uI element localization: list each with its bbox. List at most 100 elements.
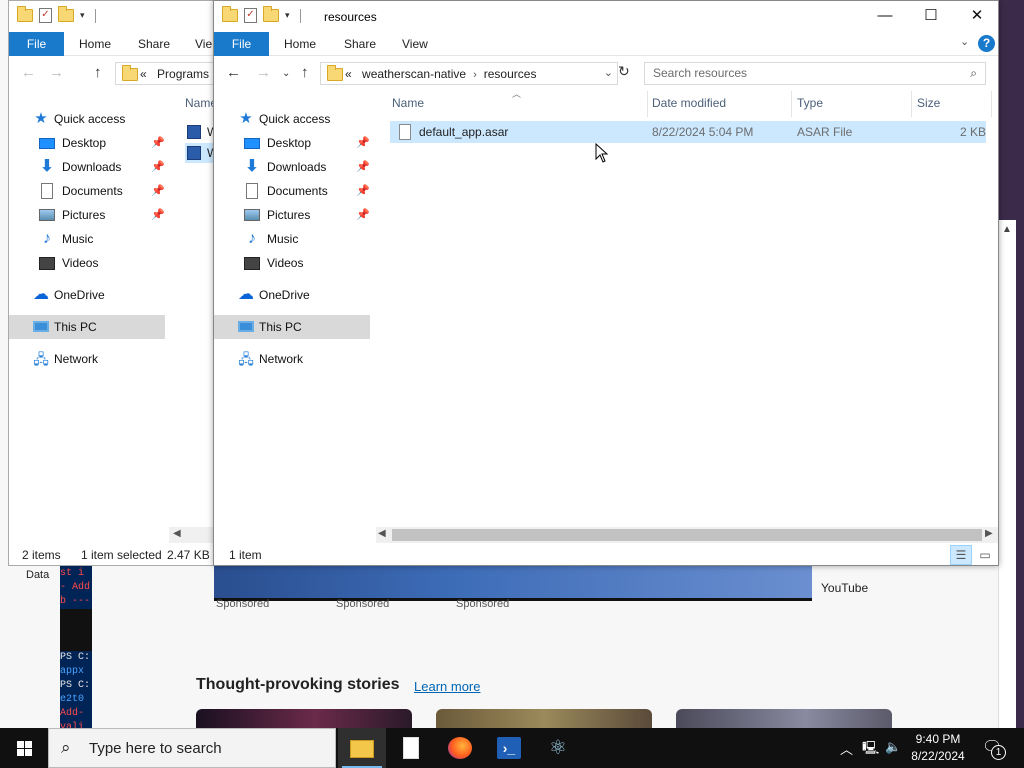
scroll-left-icon[interactable]: ◀ (173, 528, 181, 539)
breadcrumb-separator-icon[interactable]: › (473, 69, 477, 81)
column-header-date-modified[interactable]: Date modified (652, 96, 726, 110)
address-bar[interactable]: « Programs (115, 62, 217, 85)
taskbar-firefox[interactable] (436, 728, 484, 768)
nav-desktop[interactable]: Desktop 📌 (214, 131, 370, 155)
pin-icon[interactable]: 📌 (356, 155, 370, 179)
nav-music[interactable]: ♪ Music (214, 227, 370, 251)
new-folder-icon[interactable] (58, 6, 74, 22)
column-divider[interactable] (647, 91, 648, 117)
horizontal-scrollbar[interactable]: ◀ ▶ (376, 527, 998, 543)
column-divider[interactable] (991, 91, 992, 117)
new-folder-icon[interactable] (263, 6, 279, 22)
properties-icon[interactable]: ✓ (244, 8, 257, 23)
pin-icon[interactable]: 📌 (356, 179, 370, 203)
pin-icon[interactable]: 📌 (151, 155, 165, 179)
customize-toolbar-icon[interactable]: ▾ (285, 10, 290, 21)
address-dropdown-icon[interactable]: ⌄ (604, 66, 613, 79)
story-thumbnail[interactable] (436, 709, 652, 728)
tab-file[interactable]: File (9, 32, 64, 56)
help-icon[interactable]: ? (978, 35, 995, 52)
tab-share[interactable]: Share (344, 32, 376, 56)
column-header-name[interactable]: Name (392, 96, 424, 110)
recent-locations-icon[interactable]: ⌄ (282, 68, 290, 79)
forward-arrow-icon[interactable]: → (256, 64, 271, 81)
video-banner[interactable] (214, 566, 812, 601)
nav-videos[interactable]: Videos (214, 251, 370, 275)
nav-pictures[interactable]: Pictures 📌 (9, 203, 165, 227)
search-input[interactable] (653, 66, 953, 80)
forward-arrow-icon[interactable]: → (49, 64, 64, 81)
nav-network[interactable]: 🖧 Network (214, 347, 370, 371)
scrollbar-thumb[interactable] (392, 529, 982, 541)
taskbar-electron[interactable]: ⚛ (534, 728, 582, 768)
expand-ribbon-icon[interactable]: ⌄ (960, 35, 969, 48)
column-header-size[interactable]: Size (917, 96, 940, 110)
nav-quick-access[interactable]: ★ Quick access (9, 107, 165, 131)
customize-toolbar-icon[interactable]: ▾ (80, 10, 85, 21)
scroll-up-icon[interactable]: ▲ (1002, 224, 1012, 235)
taskbar-powershell[interactable]: ›_ (485, 728, 533, 768)
start-button[interactable] (0, 728, 48, 768)
nav-desktop[interactable]: Desktop 📌 (9, 131, 165, 155)
taskbar-notepad[interactable] (387, 728, 435, 768)
pin-icon[interactable]: 📌 (151, 131, 165, 155)
youtube-label[interactable]: YouTube (821, 581, 868, 595)
up-arrow-icon[interactable]: ↑ (301, 64, 309, 81)
breadcrumb-overflow[interactable]: « (140, 67, 147, 81)
nav-this-pc[interactable]: This PC (214, 315, 370, 339)
refresh-icon[interactable]: ↻ (618, 63, 630, 80)
tab-view[interactable]: Vie (195, 32, 212, 56)
nav-videos[interactable]: Videos (9, 251, 165, 275)
breadcrumb-weatherscan-native[interactable]: weatherscan-native (362, 67, 466, 81)
title-bar[interactable]: ✓ ▾ resources — ☐ ✕ (214, 1, 998, 32)
up-arrow-icon[interactable]: ↑ (94, 64, 102, 81)
taskbar-search-input[interactable] (89, 740, 319, 757)
back-arrow-icon[interactable]: ← (21, 64, 36, 81)
minimize-icon[interactable]: — (862, 1, 908, 32)
story-thumbnail[interactable] (676, 709, 892, 728)
taskbar-search[interactable]: ⌕ (48, 728, 336, 768)
properties-icon[interactable]: ✓ (39, 8, 52, 23)
nav-music[interactable]: ♪ Music (9, 227, 165, 251)
large-icons-view-icon[interactable]: ▭ (974, 545, 996, 565)
pin-icon[interactable]: 📌 (356, 203, 370, 227)
breadcrumb-programs[interactable]: Programs (157, 67, 209, 81)
column-divider[interactable] (911, 91, 912, 117)
network-status-icon[interactable]: 🖳 (862, 739, 879, 768)
taskbar-file-explorer[interactable] (338, 728, 386, 768)
search-icon[interactable]: ⌕ (970, 66, 977, 81)
tab-share[interactable]: Share (138, 32, 170, 56)
nav-onedrive[interactable]: ☁ OneDrive (214, 283, 370, 307)
search-box[interactable]: ⌕ (644, 62, 986, 85)
address-bar[interactable]: « weatherscan-native › resources ⌄ (320, 62, 618, 85)
learn-more-link[interactable]: Learn more (414, 679, 480, 694)
nav-pictures[interactable]: Pictures 📌 (214, 203, 370, 227)
nav-documents[interactable]: Documents 📌 (9, 179, 165, 203)
show-hidden-icons-icon[interactable]: ︿ (840, 739, 853, 768)
scroll-left-icon[interactable]: ◀ (378, 528, 386, 539)
nav-quick-access[interactable]: ★ Quick access (214, 107, 370, 131)
nav-network[interactable]: 🖧 Network (9, 347, 165, 371)
details-view-icon[interactable]: ☰ (950, 545, 972, 565)
pin-icon[interactable]: 📌 (151, 203, 165, 227)
column-divider[interactable] (791, 91, 792, 117)
volume-muted-icon[interactable]: 🔈 (885, 739, 901, 768)
tab-home[interactable]: Home (284, 32, 316, 56)
breadcrumb-resources[interactable]: resources (484, 67, 537, 81)
nav-downloads[interactable]: ⬇ Downloads 📌 (214, 155, 370, 179)
back-arrow-icon[interactable]: ← (226, 64, 241, 81)
horizontal-scrollbar[interactable]: ◀ (169, 527, 217, 543)
tab-home[interactable]: Home (79, 32, 111, 56)
file-row-selected[interactable]: default_app.asar 8/22/2024 5:04 PM ASAR … (390, 121, 986, 143)
scroll-right-icon[interactable]: ▶ (985, 528, 993, 539)
story-thumbnail[interactable] (196, 709, 412, 728)
pin-icon[interactable]: 📌 (356, 131, 370, 155)
title-bar[interactable]: ✓ ▾ (9, 1, 217, 32)
tab-view[interactable]: View (402, 32, 428, 56)
tab-file[interactable]: File (214, 32, 269, 56)
nav-documents[interactable]: Documents 📌 (214, 179, 370, 203)
pin-icon[interactable]: 📌 (151, 179, 165, 203)
nav-this-pc[interactable]: This PC (9, 315, 165, 339)
system-clock[interactable]: 9:40 PM 8/22/2024 (908, 731, 968, 765)
browser-scrollbar[interactable]: ▲ (998, 220, 1016, 728)
